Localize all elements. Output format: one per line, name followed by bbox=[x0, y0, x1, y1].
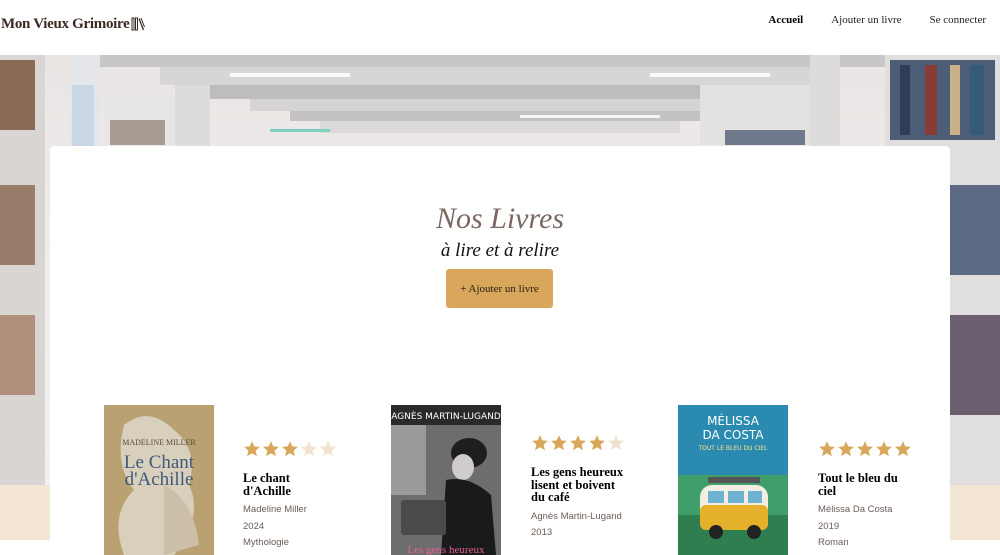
nav-ajouter-livre[interactable]: Ajouter un livre bbox=[831, 13, 901, 27]
cover-author-line1: MÉLISSA bbox=[707, 413, 760, 428]
book-info: Les gens heureux lisent et boivent du ca… bbox=[531, 434, 641, 542]
book-cover[interactable]: MÉLISSA DA COSTA TOUT LE BLEU DU CIEL bbox=[678, 405, 788, 555]
star-filled-icon bbox=[876, 441, 892, 457]
cover-author: AGNÈS MARTIN-LUGAND bbox=[391, 410, 501, 422]
star-filled-icon bbox=[551, 435, 567, 451]
cover-title: TOUT LE BLEU DU CIEL bbox=[698, 445, 769, 452]
page-title: Nos Livres bbox=[435, 202, 565, 235]
cover-author: MADELINE MILLER bbox=[122, 438, 196, 447]
book-author: Mélissa Da Costa bbox=[818, 504, 893, 515]
book-title[interactable]: Les gens heureux lisent et boivent du ca… bbox=[531, 466, 631, 504]
logo-text: Mon Vieux Grimoire bbox=[1, 15, 130, 32]
star-filled-icon bbox=[570, 435, 586, 451]
cover-title: Les gens heureux bbox=[408, 544, 485, 555]
rating-stars bbox=[818, 440, 928, 458]
books-logo-icon bbox=[131, 17, 146, 31]
star-filled-icon bbox=[263, 441, 279, 457]
book-title[interactable]: Tout le bleu du ciel bbox=[818, 472, 908, 497]
nav-accueil[interactable]: Accueil bbox=[768, 13, 803, 27]
book-info: Tout le bleu du ciel Mélissa Da Costa 20… bbox=[818, 440, 928, 552]
add-book-button[interactable]: + Ajouter un livre bbox=[446, 269, 553, 308]
star-filled-icon bbox=[589, 435, 605, 451]
rating-stars bbox=[243, 440, 353, 458]
star-filled-icon bbox=[282, 441, 298, 457]
star-empty-icon bbox=[301, 441, 317, 457]
book-author: Madeline Miller bbox=[243, 504, 307, 515]
cover-author-line2: DA COSTA bbox=[702, 428, 764, 442]
book-year: 2024 bbox=[243, 520, 265, 532]
header: Mon Vieux Grimoire Accueil Ajouter un li… bbox=[0, 0, 1000, 55]
book-title[interactable]: Le chant d'Achille bbox=[243, 472, 303, 497]
star-filled-icon bbox=[819, 441, 835, 457]
cover-title-line2: d'Achille bbox=[125, 469, 194, 490]
star-empty-icon bbox=[608, 435, 624, 451]
star-filled-icon bbox=[857, 441, 873, 457]
book-cover[interactable]: MADELINE MILLER Le Chant d'Achille bbox=[104, 405, 214, 555]
logo[interactable]: Mon Vieux Grimoire bbox=[1, 14, 146, 34]
book-author: Agnès Martin-Lugand bbox=[531, 510, 622, 522]
book-year: 2013 bbox=[531, 527, 553, 538]
book-genre: Mythologie bbox=[243, 537, 289, 548]
star-filled-icon bbox=[838, 441, 854, 457]
star-filled-icon bbox=[532, 435, 548, 451]
star-empty-icon bbox=[320, 441, 336, 457]
main-nav: Accueil Ajouter un livre Se connecter bbox=[740, 13, 986, 27]
book-genre: Roman bbox=[818, 537, 849, 548]
book-info: Le chant d'Achille Madeline Miller 2024 … bbox=[243, 440, 353, 552]
page-subtitle: à lire et à relire bbox=[440, 240, 560, 261]
nav-se-connecter[interactable]: Se connecter bbox=[930, 13, 987, 27]
star-filled-icon bbox=[895, 441, 911, 457]
star-filled-icon bbox=[244, 441, 260, 457]
book-year: 2019 bbox=[818, 520, 840, 532]
book-cover[interactable]: AGNÈS MARTIN-LUGAND Les gens heureux bbox=[391, 405, 501, 555]
books-card: Nos Livres à lire et à relire + Ajouter … bbox=[50, 146, 950, 555]
rating-stars bbox=[531, 434, 641, 452]
